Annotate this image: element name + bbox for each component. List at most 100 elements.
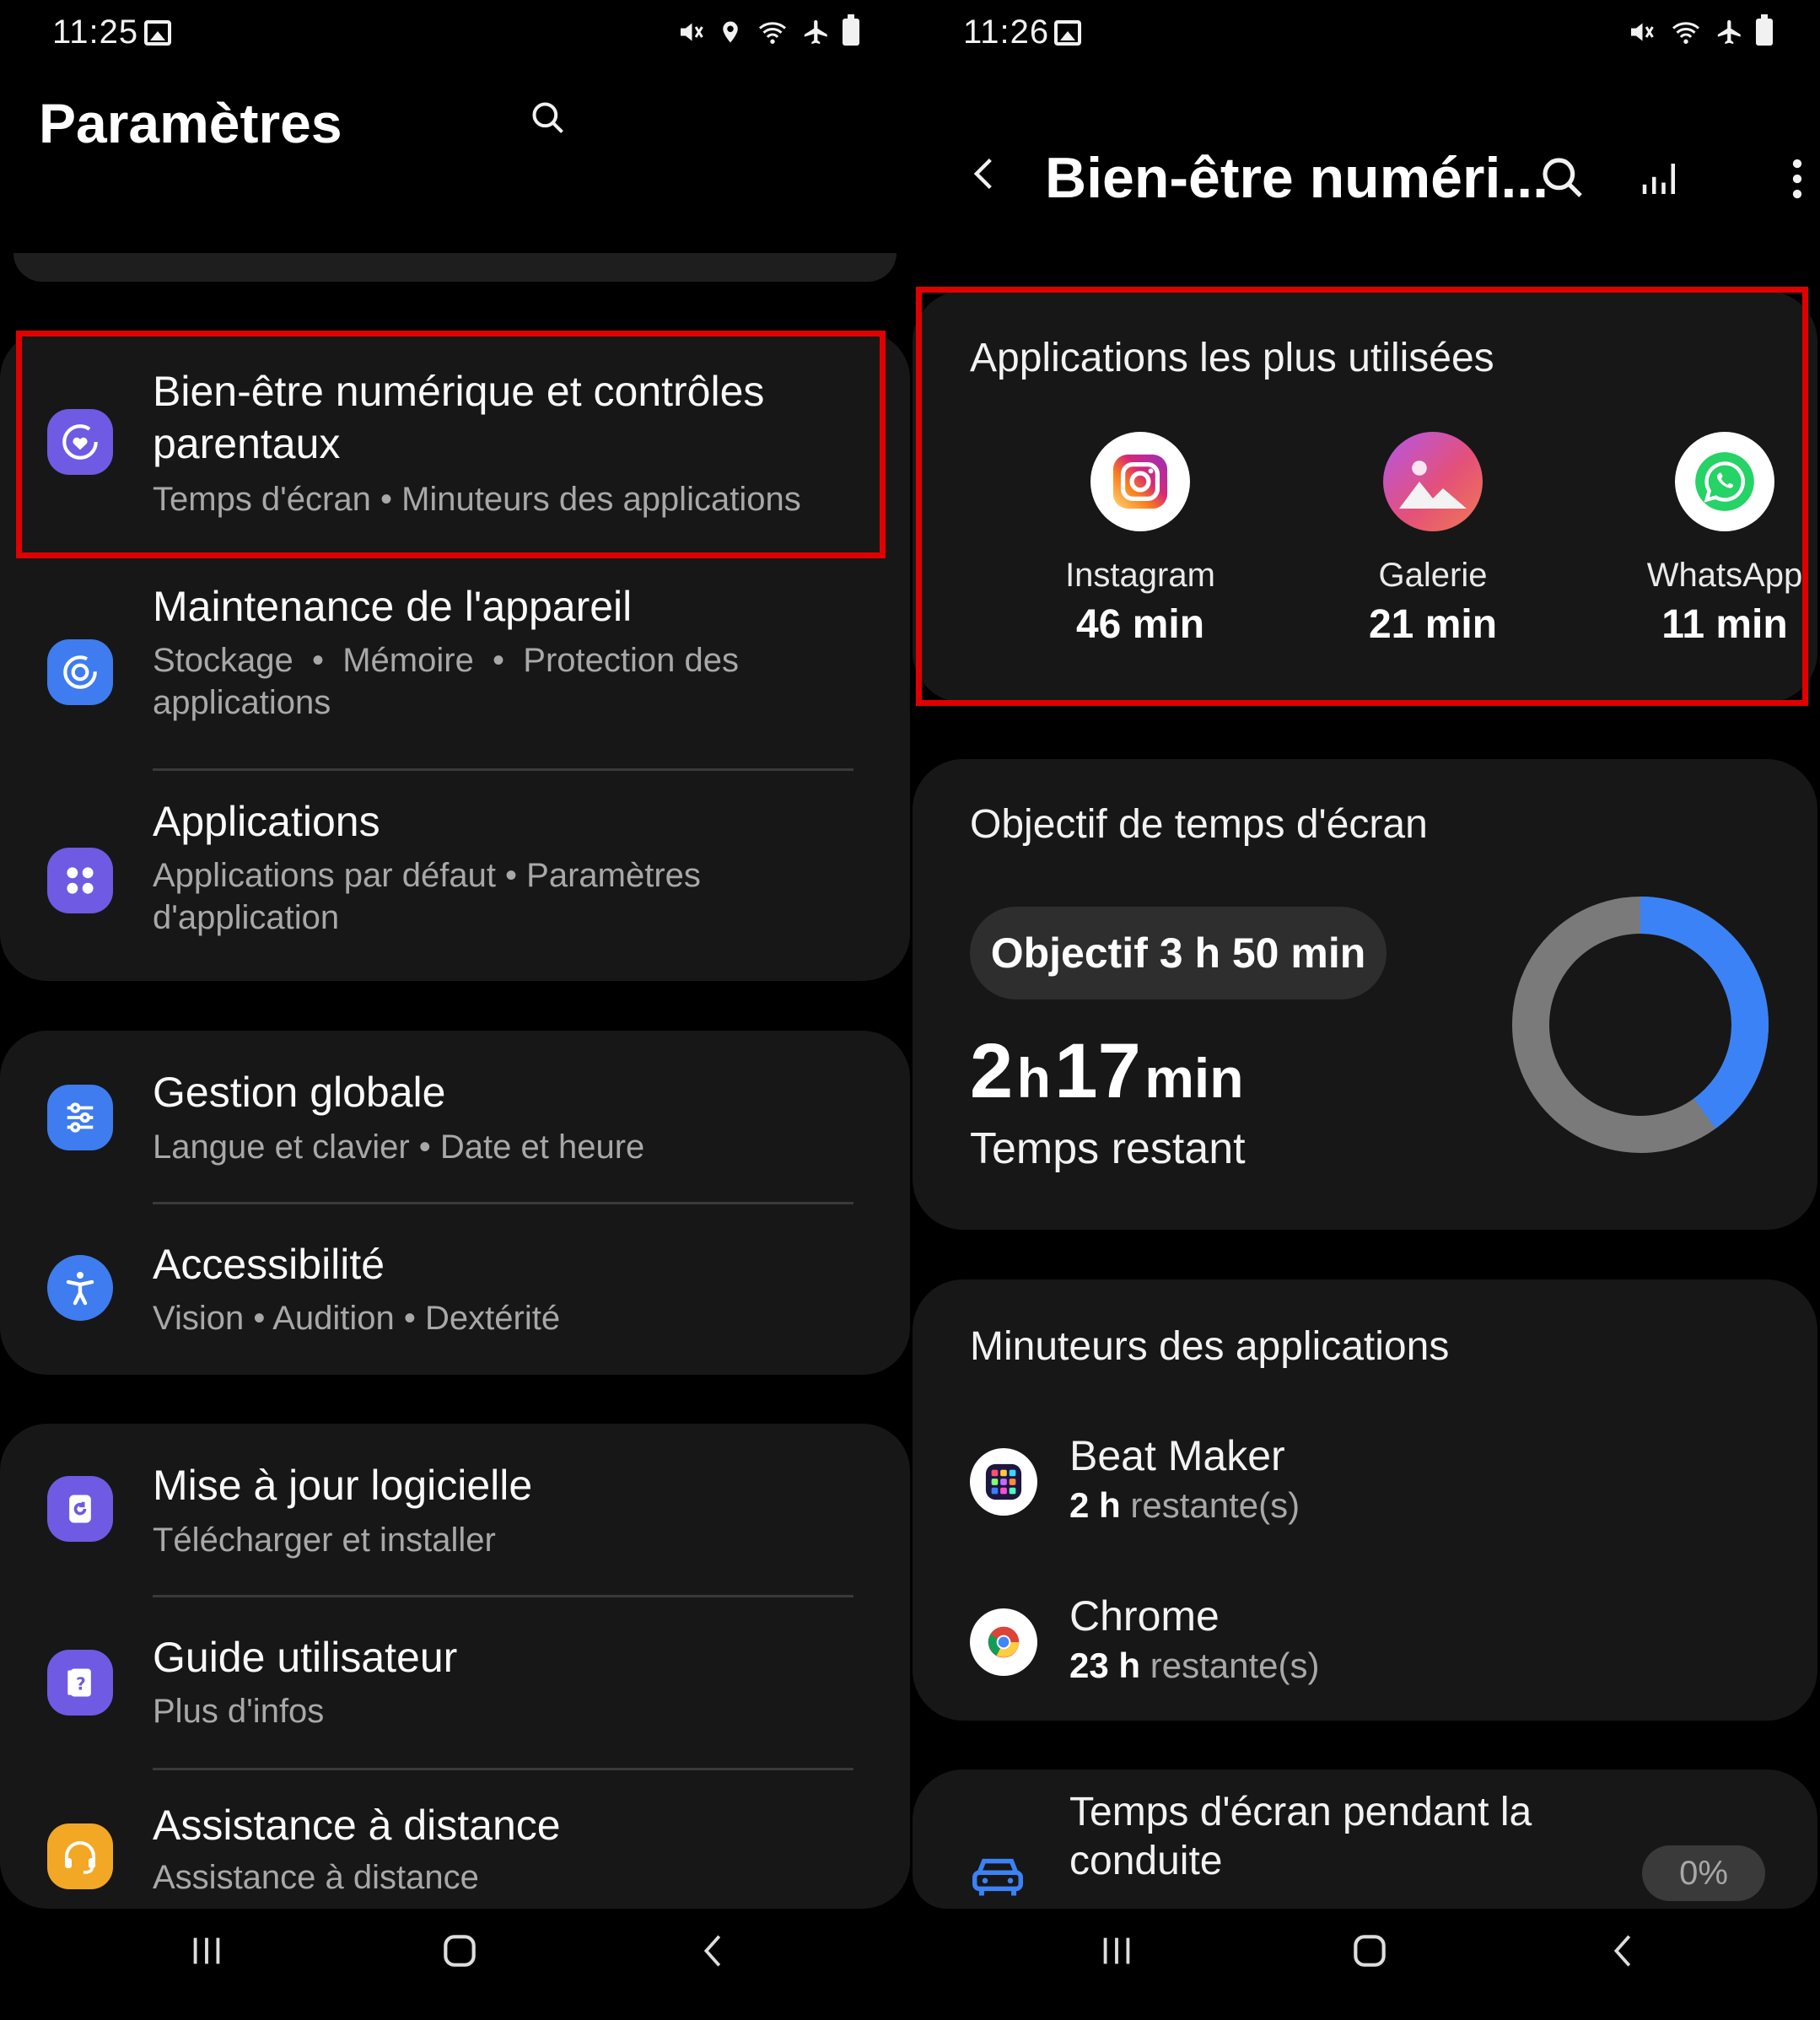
- item-subtitle: Plus d'infos: [153, 1693, 325, 1730]
- digital-wellbeing-icon: [47, 409, 113, 475]
- airplane-icon: [804, 19, 827, 45]
- back-icon[interactable]: [695, 1930, 734, 1972]
- status-bar: 11:25: [0, 10, 910, 61]
- airplane-icon: [1717, 19, 1741, 45]
- app-duration: 11 min: [1661, 602, 1788, 647]
- item-title: Bien-être numérique et contrôles parenta…: [153, 368, 765, 467]
- item-subtitle: Applications par défaut • Paramètres d'a…: [153, 857, 701, 936]
- goal-pill[interactable]: Objectif 3 h 50 min: [970, 907, 1387, 999]
- apps-grid-icon: [47, 848, 113, 913]
- battery-icon: [1756, 14, 1773, 46]
- item-title: Assistance à distance: [153, 1802, 561, 1849]
- digital-wellbeing-screen: 11:26 Bien-être numéri... Applications l…: [910, 0, 1820, 2020]
- chrome-icon: [970, 1608, 1037, 1676]
- settings-item-device-care[interactable]: Maintenance de l'appareil Stockage • Mém…: [0, 572, 910, 774]
- driving-screen-time-card[interactable]: Temps d'écran pendant la conduite 0%: [913, 1770, 1817, 1909]
- back-arrow-icon[interactable]: [966, 150, 1003, 197]
- back-icon[interactable]: [1605, 1930, 1644, 1972]
- app-timers-card[interactable]: Minuteurs des applications Beat Maker 2 …: [913, 1279, 1817, 1721]
- headset-icon: [47, 1823, 113, 1889]
- item-subtitle: Assistance à distance: [153, 1859, 479, 1896]
- location-icon: [723, 21, 738, 43]
- svg-text:?: ?: [76, 1673, 86, 1694]
- search-icon[interactable]: [530, 100, 567, 137]
- app-timer-beat-maker[interactable]: Beat Maker 2 h restante(s): [913, 1431, 1817, 1533]
- section-title: Applications les plus utilisées: [970, 336, 1494, 380]
- status-bar: 11:26: [910, 10, 1820, 61]
- battery-icon: [843, 14, 859, 46]
- beat-maker-icon: [970, 1448, 1037, 1516]
- sliders-icon: [47, 1085, 113, 1150]
- app-usage-gallery[interactable]: Galerie 21 min: [1306, 432, 1559, 648]
- item-subtitle: Vision • Audition • Dextérité: [153, 1300, 561, 1337]
- most-used-apps-card[interactable]: Applications les plus utilisées Instagra…: [913, 291, 1817, 703]
- minutes-value: 17: [1054, 1028, 1141, 1114]
- item-title: Accessibilité: [153, 1241, 385, 1288]
- driving-title-line1: Temps d'écran pendant la: [1069, 1790, 1532, 1834]
- app-usage-instagram[interactable]: Instagram 46 min: [1014, 432, 1267, 648]
- timer-value: 2 h: [1069, 1485, 1121, 1525]
- app-duration: 46 min: [1075, 602, 1205, 647]
- user-guide-icon: ?: [47, 1650, 113, 1716]
- goal-progress-ring: [1512, 897, 1769, 1153]
- image-notification-icon: [1054, 20, 1081, 46]
- app-name: Beat Maker: [1069, 1432, 1285, 1479]
- settings-item-accessibility[interactable]: Accessibilité Vision • Audition • Dextér…: [0, 1204, 910, 1375]
- time-remaining-label: Temps restant: [970, 1124, 1246, 1173]
- settings-item-remote-support[interactable]: Assistance à distance Assistance à dista…: [0, 1770, 910, 1909]
- settings-item-digital-wellbeing[interactable]: Bien-être numérique et contrôles parenta…: [0, 331, 910, 559]
- page-title: Bien-être numéri...: [1045, 146, 1549, 210]
- settings-group-1: Bien-être numérique et contrôles parenta…: [0, 331, 910, 981]
- app-name: Instagram: [1065, 557, 1215, 594]
- home-icon[interactable]: [439, 1930, 481, 1972]
- navigation-bar: [910, 1915, 1820, 2020]
- driving-title-line2: conduite: [1069, 1839, 1223, 1883]
- settings-item-general-management[interactable]: Gestion globale Langue et clavier • Date…: [0, 1031, 910, 1204]
- car-icon: [972, 1858, 1023, 1896]
- settings-item-user-guide[interactable]: ? Guide utilisateur Plus d'infos: [0, 1597, 910, 1768]
- settings-group-2: Gestion globale Langue et clavier • Date…: [0, 1031, 910, 1375]
- stats-chart-icon[interactable]: [1637, 156, 1683, 202]
- whatsapp-icon: [1675, 432, 1774, 531]
- mute-vibrate-icon: [681, 23, 703, 41]
- device-care-icon: [47, 639, 113, 705]
- timer-value: 23 h: [1069, 1646, 1141, 1685]
- previous-card-edge: [13, 253, 897, 282]
- settings-screen: 11:25 Paramètres Bien-être numérique et …: [0, 0, 910, 2020]
- item-title: Gestion globale: [153, 1069, 446, 1116]
- time-remaining-value: 2 h 17 min: [970, 1027, 1244, 1116]
- more-options-icon[interactable]: [1789, 156, 1806, 202]
- divider: [153, 768, 853, 771]
- recent-apps-icon[interactable]: [1097, 1930, 1136, 1972]
- screen-time-goal-card[interactable]: Objectif de temps d'écran Objectif 3 h 5…: [913, 759, 1817, 1230]
- section-title: Minuteurs des applications: [970, 1324, 1450, 1369]
- app-duration: 21 min: [1368, 602, 1498, 647]
- app-timer-chrome[interactable]: Chrome 23 h restante(s): [913, 1592, 1817, 1693]
- navigation-bar: [0, 1915, 910, 2020]
- gallery-icon: [1383, 432, 1483, 531]
- item-subtitle: Temps d'écran • Minuteurs des applicatio…: [153, 481, 801, 518]
- timer-remaining: 2 h restante(s): [1069, 1485, 1300, 1526]
- settings-item-software-update[interactable]: Mise à jour logicielle Télécharger et in…: [0, 1424, 910, 1597]
- item-title: Applications: [153, 798, 380, 845]
- hours-unit: h: [1016, 1047, 1051, 1109]
- timer-suffix: restante(s): [1130, 1485, 1300, 1525]
- driving-percent-badge: 0%: [1642, 1845, 1765, 1901]
- recent-apps-icon[interactable]: [187, 1930, 226, 1972]
- home-icon[interactable]: [1349, 1930, 1391, 1972]
- item-subtitle: Télécharger et installer: [153, 1522, 496, 1559]
- hours-value: 2: [970, 1028, 1014, 1114]
- page-title: Paramètres: [39, 92, 342, 154]
- settings-item-applications[interactable]: Applications Applications par défaut • P…: [0, 778, 910, 981]
- instagram-icon: [1090, 432, 1190, 531]
- mute-vibrate-icon: [1631, 23, 1654, 41]
- item-title: Mise à jour logicielle: [153, 1462, 533, 1509]
- app-name: Galerie: [1378, 557, 1488, 594]
- search-icon[interactable]: [1539, 154, 1586, 202]
- section-title: Objectif de temps d'écran: [970, 802, 1428, 847]
- minutes-unit: min: [1144, 1047, 1244, 1109]
- wifi-icon: [1672, 22, 1699, 44]
- app-usage-whatsapp[interactable]: WhatsApp 11 min: [1598, 432, 1820, 648]
- app-name: WhatsApp: [1646, 557, 1803, 594]
- settings-group-3: Mise à jour logicielle Télécharger et in…: [0, 1424, 910, 1909]
